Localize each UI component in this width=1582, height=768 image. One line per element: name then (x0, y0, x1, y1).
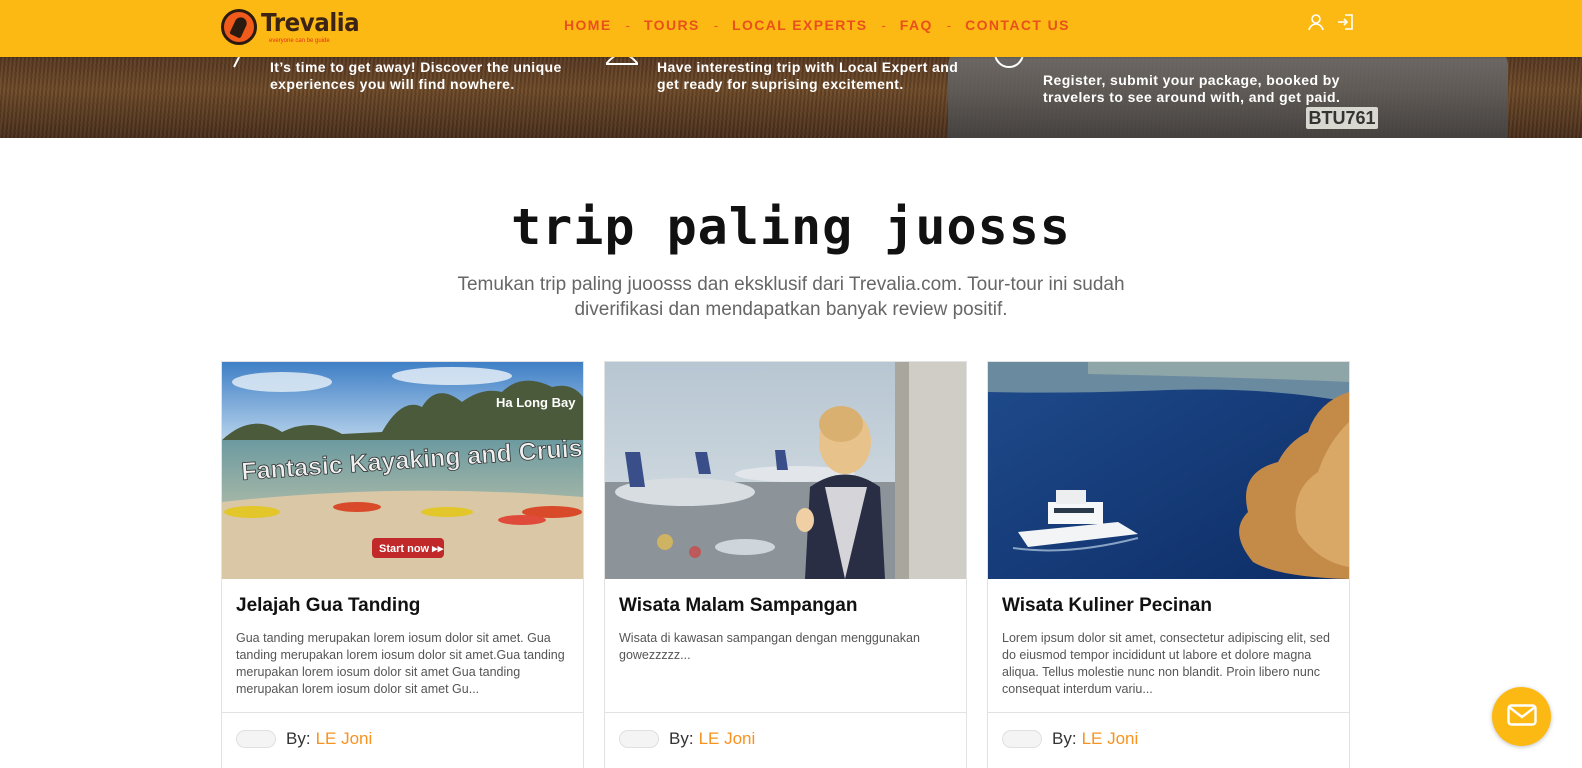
trip-card-image[interactable] (605, 362, 966, 579)
contact-chat-button[interactable] (1492, 687, 1551, 746)
banner-column-3: Register, submit your package, booked by… (1043, 72, 1353, 106)
trip-card-title[interactable]: Wisata Malam Sampangan (619, 595, 952, 617)
logo-mark-icon (221, 9, 257, 45)
nav-home[interactable]: HOME (564, 17, 612, 33)
nav-faq[interactable]: FAQ (900, 17, 933, 33)
trip-card-title[interactable]: Jelajah Gua Tanding (236, 595, 569, 617)
banner-text-1: It’s time to get away! Discover the uniq… (270, 59, 562, 92)
trip-card-footer: By: LE Joni (605, 712, 966, 765)
author-avatar (619, 730, 659, 748)
main-nav: HOME - TOURS - LOCAL EXPERTS - FAQ - CON… (564, 17, 1070, 33)
section-title: trip paling juosss (511, 198, 1071, 256)
plane-icon (232, 57, 252, 73)
brand-name: Trevalia (261, 8, 360, 37)
trip-card-image[interactable] (988, 362, 1349, 579)
brand-logo[interactable]: Trevalia everyone can be guide (221, 5, 368, 49)
hero-banner: BTU761 It’s time to get away! Discover t… (0, 57, 1582, 138)
nav-local-experts[interactable]: LOCAL EXPERTS (732, 17, 867, 33)
nav-separator: - (881, 17, 886, 33)
trip-card-description: Wisata di kawasan sampangan dengan mengg… (619, 631, 920, 662)
banner-column-2: Have interesting trip with Local Expert … (657, 59, 967, 93)
trip-card-description: Lorem ipsum dolor sit amet, consectetur … (1002, 631, 1330, 696)
author-link[interactable]: LE Joni (1082, 729, 1139, 749)
trip-card[interactable]: Wisata Malam Sampangan Wisata di kawasan… (604, 361, 967, 768)
by-label: By: (669, 729, 694, 748)
nav-tours[interactable]: TOURS (644, 17, 700, 33)
by-label: By: (1052, 729, 1077, 748)
trip-card-footer: By: LE Joni (222, 712, 583, 765)
banner-column-1: It’s time to get away! Discover the uniq… (270, 59, 580, 93)
nav-separator: - (625, 17, 630, 33)
site-header: Trevalia everyone can be guide HOME - TO… (0, 0, 1582, 57)
nav-separator: - (713, 17, 719, 33)
banner-text-3: Register, submit your package, booked by… (1043, 72, 1341, 105)
author-link[interactable]: LE Joni (316, 729, 373, 749)
trip-card-title[interactable]: Wisata Kuliner Pecinan (1002, 595, 1335, 617)
trip-card-description: Gua tanding merupakan lorem iosum dolor … (236, 631, 565, 696)
user-icon[interactable] (1306, 12, 1326, 32)
mail-icon (1506, 703, 1537, 730)
banner-license-plate: BTU761 (1306, 107, 1378, 129)
by-label: By: (286, 729, 311, 748)
trip-card[interactable]: Wisata Kuliner Pecinan Lorem ipsum dolor… (987, 361, 1350, 768)
image-cta-text: Start now ▸▸ (379, 543, 444, 555)
brand-tagline: everyone can be guide (269, 38, 330, 44)
section-subtitle: Temukan trip paling juoosss dan eksklusi… (457, 274, 1125, 320)
author-link[interactable]: LE Joni (699, 729, 756, 749)
author-avatar (236, 730, 276, 748)
person-icon (606, 57, 638, 75)
trip-card[interactable]: Ha Long Bay Fantasic Kayaking and Cruise… (221, 361, 584, 768)
trip-card-footer: By: LE Joni (988, 712, 1349, 765)
nav-separator: - (946, 17, 952, 33)
author-avatar (1002, 730, 1042, 748)
banner-text-2: Have interesting trip with Local Expert … (657, 59, 959, 92)
nav-contact-us[interactable]: CONTACT US (965, 17, 1070, 33)
question-icon (993, 57, 1025, 73)
header-actions (1306, 12, 1356, 32)
image-place-text: Ha Long Bay (496, 395, 576, 410)
trip-card-image[interactable]: Ha Long Bay Fantasic Kayaking and Cruise… (222, 362, 583, 579)
login-icon[interactable] (1336, 12, 1356, 32)
